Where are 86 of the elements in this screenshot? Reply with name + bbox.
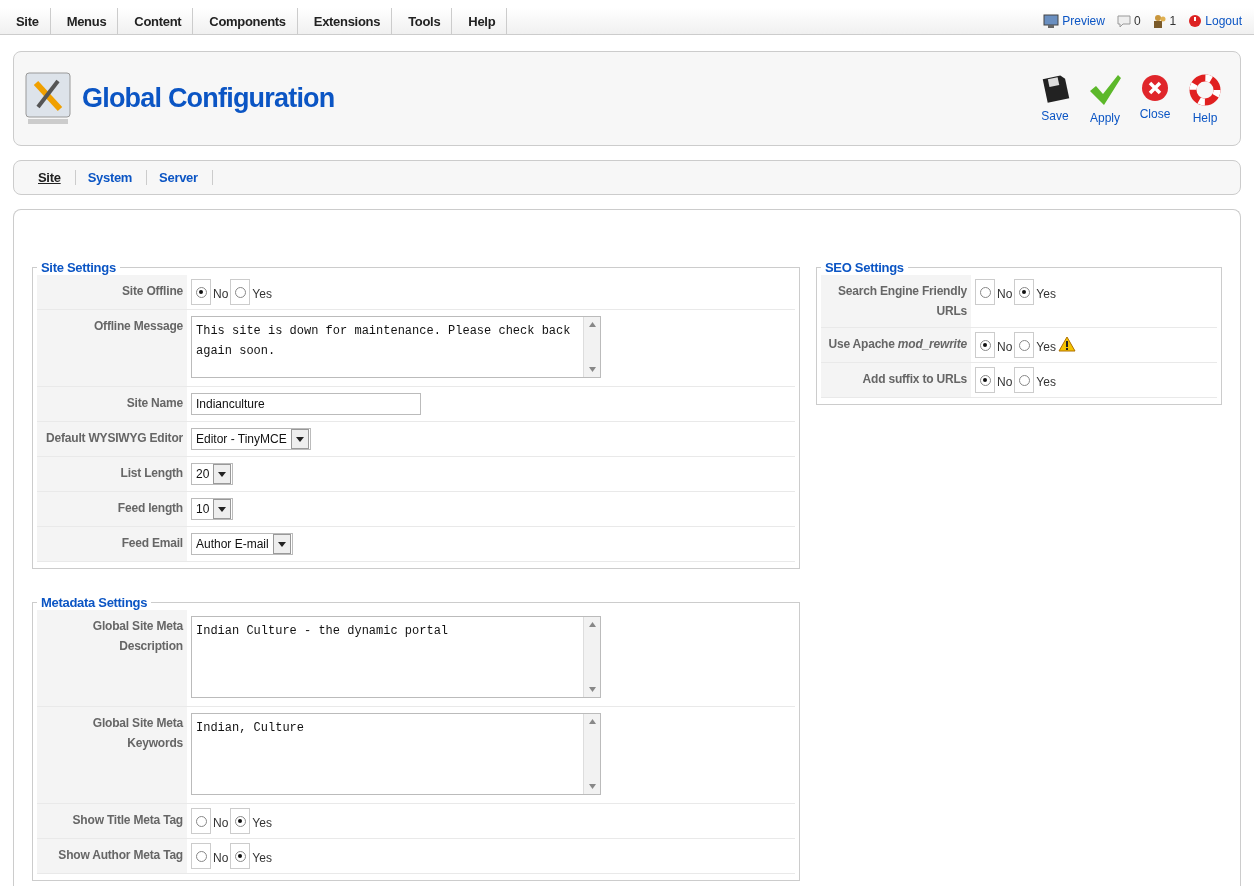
text-input[interactable]: Indianculture: [191, 393, 421, 415]
status-link[interactable]: Preview: [1043, 14, 1105, 28]
dropdown[interactable]: 20: [191, 463, 234, 485]
radio-button[interactable]: [975, 279, 995, 305]
text-area[interactable]: Indian Culture - the dynamic portal: [191, 616, 601, 698]
menu-item[interactable]: Site: [0, 8, 51, 34]
tab[interactable]: Server: [147, 170, 213, 185]
field-label: Show Title Meta Tag: [37, 804, 187, 838]
toolbar-button[interactable]: Help: [1180, 72, 1230, 125]
radio-label: No: [997, 340, 1013, 354]
status-link[interactable]: 0: [1116, 14, 1141, 28]
radio-button[interactable]: [1014, 279, 1035, 305]
close-icon: [1140, 72, 1170, 103]
menu-item[interactable]: Menus: [50, 8, 119, 34]
field-label: Feed Email: [37, 527, 187, 561]
field-label: Feed length: [37, 492, 187, 526]
section-title: Metadata Settings: [40, 595, 149, 610]
radio-label: No: [997, 375, 1013, 389]
field-label: Offline Message: [37, 310, 187, 386]
page-title: Global Configuration: [82, 83, 335, 114]
life-ring-icon: [1189, 72, 1221, 107]
radio-label: Yes: [1036, 287, 1056, 301]
menu-item[interactable]: Components: [193, 8, 298, 34]
menu-item[interactable]: Extensions: [297, 8, 393, 34]
monitor-icon: [1043, 14, 1060, 28]
people-icon: [1152, 14, 1167, 28]
radio-label: Yes: [252, 287, 272, 301]
scroll-up-icon[interactable]: [588, 622, 596, 627]
field-label: Default WYSIWYG Editor: [37, 422, 187, 456]
tab[interactable]: System: [75, 170, 148, 185]
field-label: Use Apache mod_rewrite: [821, 328, 971, 362]
text-area[interactable]: This site is down for maintenance. Please check back again soon.: [191, 316, 601, 378]
radio-label: Yes: [252, 851, 272, 865]
speech-bubble-icon: [1116, 14, 1131, 28]
radio-button[interactable]: [191, 279, 211, 305]
field-label: Site Offline: [37, 275, 187, 309]
radio-button[interactable]: [975, 332, 995, 358]
caret-icon: [218, 471, 227, 477]
caret-icon: [218, 506, 227, 512]
field-label: Search Engine Friendly URLs: [821, 275, 971, 327]
radio-button[interactable]: [1014, 332, 1035, 358]
field-label: Global Site Meta Keywords: [37, 707, 187, 803]
radio-button[interactable]: [230, 843, 251, 869]
menu-item[interactable]: Content: [118, 8, 194, 34]
field-label: Show Author Meta Tag: [37, 839, 187, 873]
menu-item[interactable]: Help: [452, 8, 508, 34]
power-icon: [1188, 14, 1203, 28]
dropdown[interactable]: Editor - TinyMCE: [191, 428, 311, 450]
toolbar-button[interactable]: Save: [1030, 72, 1080, 125]
field-label: Site Name: [37, 387, 187, 421]
radio-label: No: [997, 287, 1013, 301]
scroll-down-icon[interactable]: [588, 784, 596, 789]
field-label: List Length: [37, 457, 187, 491]
caret-icon: [295, 436, 304, 442]
radio-button[interactable]: [230, 808, 251, 834]
radio-label: Yes: [1036, 340, 1056, 354]
scroll-down-icon[interactable]: [588, 367, 596, 372]
section-title: SEO Settings: [824, 260, 905, 275]
scroll-up-icon[interactable]: [588, 719, 596, 724]
checkmark-icon: [1088, 72, 1122, 107]
status-link[interactable]: Logout: [1188, 14, 1242, 28]
toolbar-button[interactable]: Apply: [1080, 72, 1130, 125]
radio-label: No: [213, 816, 229, 830]
menu-item[interactable]: Tools: [392, 8, 453, 34]
status-link[interactable]: 1: [1152, 14, 1177, 28]
dropdown[interactable]: Author E-mail: [191, 533, 293, 555]
radio-label: Yes: [252, 816, 272, 830]
radio-button[interactable]: [230, 279, 251, 305]
radio-button[interactable]: [1014, 367, 1035, 393]
scroll-up-icon[interactable]: [588, 322, 596, 327]
section-title: Site Settings: [40, 260, 117, 275]
radio-label: No: [213, 851, 229, 865]
radio-button[interactable]: [191, 843, 211, 869]
radio-label: Yes: [1036, 375, 1056, 389]
toolbar-button[interactable]: Close: [1130, 72, 1180, 125]
caret-icon: [277, 541, 286, 547]
tools-icon: [24, 70, 72, 127]
radio-label: No: [213, 287, 229, 301]
tab[interactable]: Site: [26, 170, 76, 185]
radio-button[interactable]: [975, 367, 995, 393]
dropdown[interactable]: 10: [191, 498, 234, 520]
radio-button[interactable]: [191, 808, 211, 834]
field-label: Global Site Meta Description: [37, 610, 187, 706]
scroll-down-icon[interactable]: [588, 687, 596, 692]
text-area[interactable]: Indian, Culture: [191, 713, 601, 795]
field-label: Add suffix to URLs: [821, 363, 971, 397]
